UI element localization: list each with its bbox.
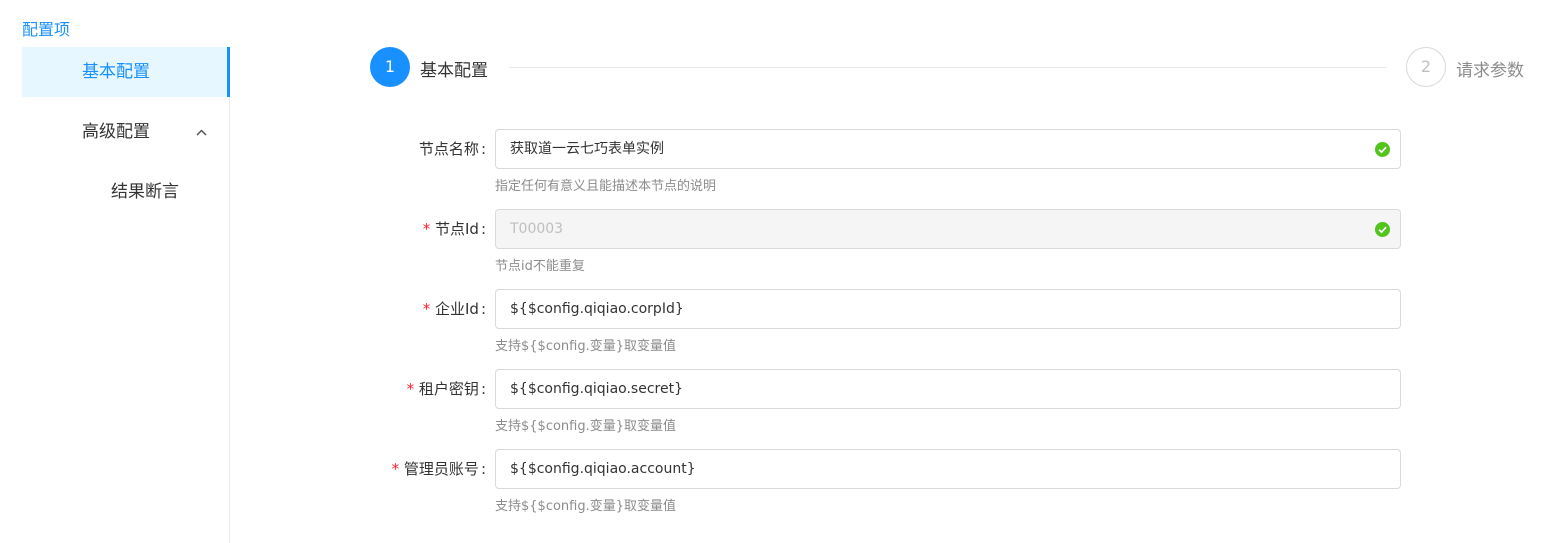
required-mark: * xyxy=(405,380,415,398)
step-1-circle[interactable]: 1 xyxy=(370,47,410,87)
node-name-help: 指定任何有意义且能描述本节点的说明 xyxy=(495,179,717,194)
node-name-input[interactable]: 获取道一云七巧表单实例 xyxy=(495,129,1401,169)
field-label-text: 租户密钥 xyxy=(418,380,479,398)
admin-account-label: * 管理员账号: xyxy=(391,459,486,479)
field-label-text: 节点名称 xyxy=(418,140,479,158)
tenant-secret-label: * 租户密钥: xyxy=(406,379,486,399)
corp-id-help: 支持${$config.变量}取变量值 xyxy=(495,339,676,354)
form-row-node-id: * 节点Id: T00003 节点id不能重复 xyxy=(0,209,1548,289)
input-value: 获取道一云七巧表单实例 xyxy=(510,141,664,157)
label-colon: : xyxy=(480,220,486,238)
node-id-help: 节点id不能重复 xyxy=(495,259,585,274)
step-2-title[interactable]: 请求参数 xyxy=(1456,56,1524,81)
form-row-node-name: 节点名称: 获取道一云七巧表单实例 指定任何有意义且能描述本节点的说明 xyxy=(0,129,1548,209)
label-colon: : xyxy=(480,380,486,398)
form-row-corp-id: * 企业Id: ${$config.qiqiao.corpId} 支持${$con… xyxy=(0,289,1548,369)
corp-id-input[interactable]: ${$config.qiqiao.corpId} xyxy=(495,289,1401,329)
step-2-circle[interactable]: 2 xyxy=(1406,47,1446,87)
admin-account-help: 支持${$config.变量}取变量值 xyxy=(495,499,676,514)
step-1-title[interactable]: 基本配置 xyxy=(420,56,488,81)
label-colon: : xyxy=(480,460,486,478)
node-id-label: * 节点Id: xyxy=(422,219,486,239)
required-mark: * xyxy=(390,460,400,478)
node-id-input: T00003 xyxy=(495,209,1401,249)
required-mark: * xyxy=(421,220,431,238)
steps: 1 基本配置 2 请求参数 xyxy=(370,47,1530,89)
input-value: ${$config.qiqiao.corpId} xyxy=(510,301,684,317)
label-colon: : xyxy=(480,300,486,318)
required-mark: * xyxy=(421,300,431,318)
sidebar-item-basic-config[interactable]: 基本配置 xyxy=(22,47,230,97)
tenant-secret-help: 支持${$config.变量}取变量值 xyxy=(495,419,676,434)
label-colon: : xyxy=(480,140,486,158)
form-row-admin-account: * 管理员账号: ${$config.qiqiao.account} 支持${$c… xyxy=(0,449,1548,529)
input-value: T00003 xyxy=(510,221,564,237)
corp-id-label: * 企业Id: xyxy=(422,299,486,319)
node-name-label: 节点名称: xyxy=(419,139,486,159)
form-row-tenant-secret: * 租户密钥: ${$config.qiqiao.secret} 支持${$con… xyxy=(0,369,1548,449)
step-connector xyxy=(509,67,1386,68)
sidebar-title: 配置项 xyxy=(22,20,71,39)
field-label-text: 企业Id xyxy=(434,300,479,318)
field-label-text: 管理员账号 xyxy=(403,460,479,478)
input-value: ${$config.qiqiao.secret} xyxy=(510,381,683,397)
app: 配置项 基本配置 高级配置 结果断言 1 基本配置 2 请求参数 节点名称: 获 xyxy=(0,0,1548,543)
check-circle-icon xyxy=(1375,222,1390,237)
field-label-text: 节点Id xyxy=(434,220,479,238)
admin-account-input[interactable]: ${$config.qiqiao.account} xyxy=(495,449,1401,489)
tenant-secret-input[interactable]: ${$config.qiqiao.secret} xyxy=(495,369,1401,409)
check-circle-icon xyxy=(1375,142,1390,157)
sidebar-item-label: 基本配置 xyxy=(82,62,150,82)
input-value: ${$config.qiqiao.account} xyxy=(510,461,696,477)
